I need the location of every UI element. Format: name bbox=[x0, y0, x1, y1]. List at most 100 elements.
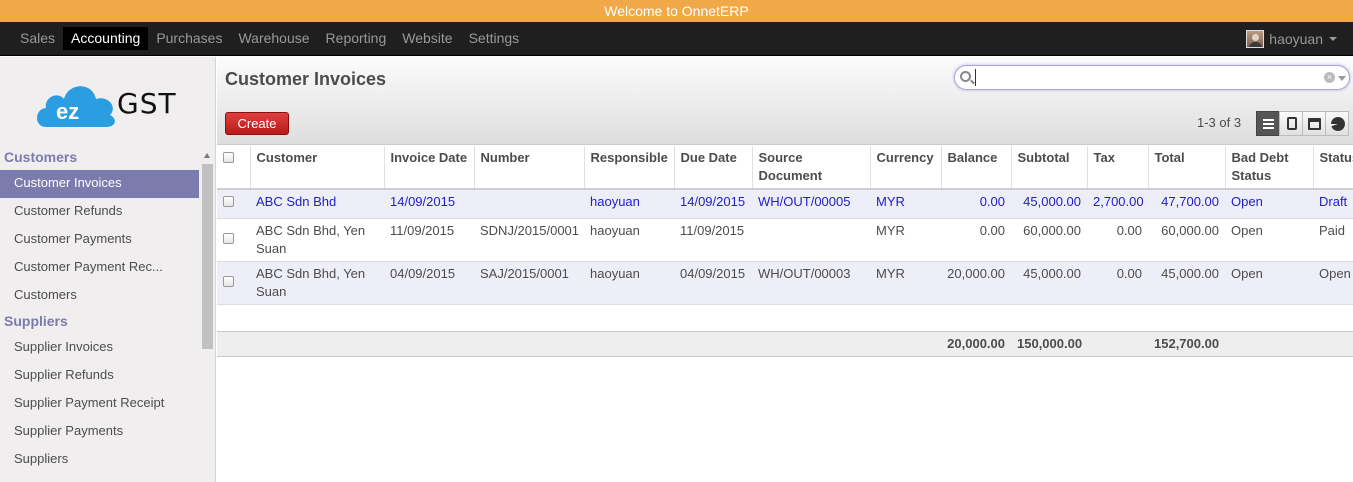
cell-customer[interactable]: ABC Sdn Bhd, Yen Suan bbox=[250, 261, 384, 305]
menu-warehouse[interactable]: Warehouse bbox=[230, 27, 317, 50]
cell-bad-debt-status[interactable]: Open bbox=[1225, 261, 1313, 305]
sidebar-item-supplier-payment-receipt[interactable]: Supplier Payment Receipt bbox=[0, 390, 199, 418]
col-responsible[interactable]: Responsible bbox=[584, 146, 675, 190]
search-input[interactable] bbox=[975, 69, 1305, 86]
cell-bad-debt-status[interactable]: Open bbox=[1225, 218, 1313, 262]
pie-chart-icon bbox=[1331, 117, 1345, 131]
cell-status[interactable]: Open bbox=[1313, 261, 1353, 305]
sidebar-item-supplier-refunds[interactable]: Supplier Refunds bbox=[0, 362, 199, 390]
sidebar-item-customer-payment-receipt[interactable]: Customer Payment Rec... bbox=[0, 254, 199, 282]
sidebar-item-supplier-invoices[interactable]: Supplier Invoices bbox=[0, 334, 199, 362]
cell-total[interactable]: 45,000.00 bbox=[1148, 261, 1225, 305]
sidebar-scrollbar[interactable] bbox=[201, 150, 214, 482]
cell-balance[interactable]: 0.00 bbox=[941, 189, 1011, 219]
cell-tax[interactable]: 0.00 bbox=[1087, 218, 1148, 262]
cell-source-document[interactable]: WH/OUT/00005 bbox=[752, 189, 870, 219]
col-source-document[interactable]: Source Document bbox=[752, 146, 871, 190]
col-status[interactable]: Status bbox=[1313, 146, 1353, 190]
main-menu: Sales Accounting Purchases Warehouse Rep… bbox=[12, 27, 527, 53]
cell-subtotal[interactable]: 45,000.00 bbox=[1011, 261, 1087, 305]
row-checkbox-cell[interactable] bbox=[217, 261, 250, 305]
sidebar-item-customer-invoices[interactable]: Customer Invoices bbox=[0, 170, 199, 198]
cell-currency[interactable]: MYR bbox=[870, 218, 941, 262]
row-checkbox-cell[interactable] bbox=[217, 189, 250, 219]
cell-customer[interactable]: ABC Sdn Bhd bbox=[250, 189, 384, 219]
cell-source-document[interactable]: WH/OUT/00003 bbox=[752, 261, 870, 305]
search-box[interactable]: × bbox=[954, 65, 1350, 90]
cell-due-date[interactable]: 11/09/2015 bbox=[674, 218, 752, 262]
cell-due-date[interactable]: 04/09/2015 bbox=[674, 261, 752, 305]
col-currency[interactable]: Currency bbox=[870, 146, 942, 190]
table-row[interactable]: ABC Sdn Bhd, Yen Suan 04/09/2015 SAJ/201… bbox=[217, 261, 1353, 305]
cell-due-date[interactable]: 14/09/2015 bbox=[674, 189, 752, 219]
cell-currency[interactable]: MYR bbox=[870, 261, 941, 305]
cell-status[interactable]: Draft bbox=[1313, 189, 1353, 219]
cell-customer[interactable]: ABC Sdn Bhd, Yen Suan bbox=[250, 218, 384, 262]
col-invoice-date[interactable]: Invoice Date bbox=[384, 146, 475, 190]
sidebar-item-supplier-payments[interactable]: Supplier Payments bbox=[0, 418, 199, 446]
cell-invoice-date[interactable]: 11/09/2015 bbox=[384, 218, 474, 262]
col-number[interactable]: Number bbox=[474, 146, 585, 190]
graph-view-button[interactable] bbox=[1325, 111, 1349, 136]
menu-settings[interactable]: Settings bbox=[461, 27, 528, 50]
cell-balance[interactable]: 0.00 bbox=[941, 218, 1011, 262]
cell-total[interactable]: 60,000.00 bbox=[1148, 218, 1225, 262]
cell-status[interactable]: Paid bbox=[1313, 218, 1353, 262]
row-checkbox[interactable] bbox=[223, 232, 234, 244]
cell-currency[interactable]: MYR bbox=[870, 189, 941, 219]
col-bad-debt-status[interactable]: Bad Debt Status bbox=[1225, 146, 1314, 190]
menu-reporting[interactable]: Reporting bbox=[318, 27, 395, 50]
form-view-button[interactable] bbox=[1279, 111, 1303, 136]
col-tax[interactable]: Tax bbox=[1087, 146, 1149, 190]
menu-sales[interactable]: Sales bbox=[12, 27, 63, 50]
row-checkbox[interactable] bbox=[223, 275, 234, 287]
menu-website[interactable]: Website bbox=[394, 27, 460, 50]
cell-responsible[interactable]: haoyuan bbox=[584, 261, 674, 305]
cell-source-document[interactable] bbox=[752, 218, 870, 262]
scroll-up-icon[interactable] bbox=[204, 153, 210, 158]
pager-value[interactable]: 1-3 of 3 bbox=[1197, 115, 1241, 130]
col-subtotal[interactable]: Subtotal bbox=[1011, 146, 1088, 190]
cell-total[interactable]: 47,700.00 bbox=[1148, 189, 1225, 219]
cell-subtotal[interactable]: 60,000.00 bbox=[1011, 218, 1087, 262]
cell-number[interactable]: SDNJ/2015/0001 bbox=[474, 218, 584, 262]
cell-responsible[interactable]: haoyuan bbox=[584, 189, 674, 219]
cell-tax[interactable]: 0.00 bbox=[1087, 261, 1148, 305]
cell-bad-debt-status[interactable]: Open bbox=[1225, 189, 1313, 219]
cell-subtotal[interactable]: 45,000.00 bbox=[1011, 189, 1087, 219]
sidebar-item-customer-payments[interactable]: Customer Payments bbox=[0, 226, 199, 254]
logo-text: GST bbox=[117, 87, 177, 120]
sidebar-item-suppliers[interactable]: Suppliers bbox=[0, 446, 199, 474]
cell-tax[interactable]: 2,700.00 bbox=[1087, 189, 1148, 219]
sidebar-item-customer-refunds[interactable]: Customer Refunds bbox=[0, 198, 199, 226]
user-menu[interactable]: haoyuan bbox=[1246, 26, 1337, 52]
col-due-date[interactable]: Due Date bbox=[674, 146, 753, 190]
calendar-view-button[interactable] bbox=[1302, 111, 1326, 136]
cell-responsible[interactable]: haoyuan bbox=[584, 218, 674, 262]
scrollbar-thumb[interactable] bbox=[202, 164, 213, 349]
table-row[interactable]: ABC Sdn Bhd 14/09/2015 haoyuan 14/09/201… bbox=[217, 189, 1353, 219]
row-checkbox-cell[interactable] bbox=[217, 218, 250, 262]
menu-accounting[interactable]: Accounting bbox=[63, 27, 149, 50]
clear-icon[interactable]: × bbox=[1324, 72, 1335, 83]
cell-balance[interactable]: 20,000.00 bbox=[941, 261, 1011, 305]
list-icon bbox=[1263, 119, 1274, 121]
select-all-checkbox[interactable] bbox=[223, 152, 234, 163]
cell-invoice-date[interactable]: 14/09/2015 bbox=[384, 189, 474, 219]
table-row[interactable]: ABC Sdn Bhd, Yen Suan 11/09/2015 SDNJ/20… bbox=[217, 218, 1353, 262]
row-checkbox[interactable] bbox=[223, 196, 234, 207]
cell-number[interactable] bbox=[474, 189, 584, 219]
search-options-caret-icon[interactable] bbox=[1338, 76, 1346, 81]
menu-purchases[interactable]: Purchases bbox=[148, 27, 230, 50]
col-total[interactable]: Total bbox=[1148, 146, 1226, 190]
col-balance[interactable]: Balance bbox=[941, 146, 1012, 190]
sidebar-item-customers[interactable]: Customers bbox=[0, 282, 199, 310]
welcome-banner: Welcome to OnnetERP bbox=[0, 0, 1353, 22]
sum-total: 152,700.00 bbox=[1148, 330, 1225, 357]
cell-number[interactable]: SAJ/2015/0001 bbox=[474, 261, 584, 305]
create-button[interactable]: Create bbox=[225, 112, 289, 135]
list-view-button[interactable] bbox=[1256, 111, 1280, 136]
cell-invoice-date[interactable]: 04/09/2015 bbox=[384, 261, 474, 305]
col-customer[interactable]: Customer bbox=[250, 146, 385, 190]
select-all-checkbox-cell[interactable] bbox=[217, 146, 251, 190]
